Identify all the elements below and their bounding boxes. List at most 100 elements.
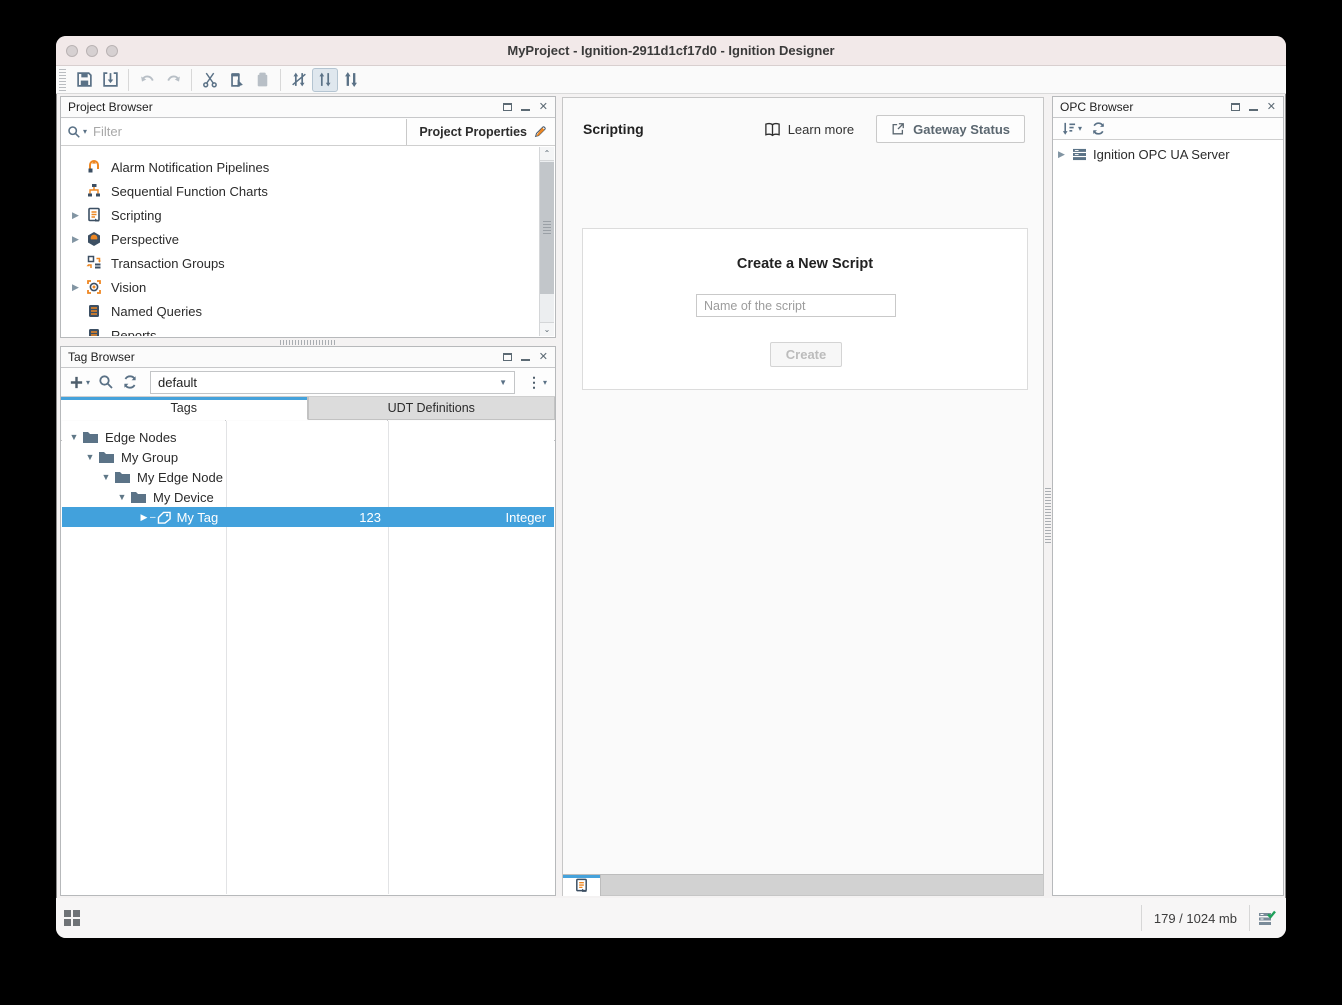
tab-tags[interactable]: Tags (61, 397, 308, 420)
refresh-icon (1091, 121, 1106, 136)
expand-arrow-icon[interactable]: ▶ (1058, 149, 1072, 160)
tag-provider-select[interactable]: default ▼ (150, 371, 515, 394)
named-queries-icon (86, 303, 102, 319)
zoom-window-button[interactable] (106, 45, 118, 57)
project-item-vision[interactable]: ▶ Vision (62, 275, 539, 299)
minimize-panel-icon[interactable] (1249, 103, 1258, 111)
opc-server-item[interactable]: ▶ Ignition OPC UA Server (1053, 145, 1283, 164)
project-item-alarm-pipelines[interactable]: Alarm Notification Pipelines (62, 155, 539, 179)
cut-button[interactable] (197, 68, 223, 92)
project-item-scripting[interactable]: ▶ Scripting (62, 203, 539, 227)
project-filter-input[interactable] (93, 124, 400, 139)
tag-label: Edge Nodes (105, 430, 177, 445)
project-browser-title: Project Browser (68, 100, 503, 114)
tag-row-my-edge-node[interactable]: ▼ My Edge Node (62, 467, 554, 487)
tree-item-label: Reports (111, 328, 157, 337)
comm-off-button[interactable] (286, 68, 312, 92)
scripting-header: Scripting Learn more Gateway Status (563, 98, 1043, 160)
left-panels-splitter[interactable] (60, 338, 556, 346)
learn-more-link[interactable]: Learn more (764, 122, 854, 137)
traffic-lights (66, 45, 118, 57)
filter-box[interactable]: ▾ (61, 119, 407, 145)
create-button[interactable]: Create (770, 342, 842, 367)
close-panel-icon[interactable]: ✕ (1267, 102, 1276, 113)
right-panel-splitter[interactable] (1045, 96, 1051, 896)
comm-read-write-button[interactable] (338, 68, 364, 92)
close-window-button[interactable] (66, 45, 78, 57)
minimize-panel-icon[interactable] (521, 353, 530, 361)
save-all-button[interactable] (97, 68, 123, 92)
undo-button[interactable] (134, 68, 160, 92)
scripting-workspace-tab[interactable] (563, 875, 601, 896)
learn-more-label: Learn more (788, 122, 854, 137)
tag-row-edge-nodes[interactable]: ▼ Edge Nodes (62, 427, 554, 447)
workspace-bottom-tabs (563, 874, 1043, 895)
copy-button[interactable] (223, 68, 249, 92)
splitter-grip (1045, 488, 1051, 544)
refresh-opc-button[interactable] (1089, 119, 1108, 138)
toolbar-drag-handle[interactable] (59, 69, 66, 91)
close-panel-icon[interactable]: ✕ (539, 102, 548, 113)
tag-toolbar: ▾ default ▼ ⋮ ▾ (61, 368, 555, 397)
expand-arrow-icon[interactable]: ▶ (72, 210, 86, 221)
comm-off-icon (290, 71, 308, 88)
project-item-perspective[interactable]: ▶ Perspective (62, 227, 539, 251)
float-panel-icon[interactable] (503, 353, 512, 361)
float-panel-icon[interactable] (1231, 103, 1240, 111)
collapse-arrow-icon[interactable]: ▼ (84, 452, 96, 462)
tab-udt-definitions[interactable]: UDT Definitions (308, 397, 556, 420)
collapse-arrow-icon[interactable]: ▼ (116, 492, 128, 502)
search-tags-button[interactable] (96, 372, 116, 392)
gateway-status-button[interactable]: Gateway Status (876, 115, 1025, 143)
minimize-panel-icon[interactable] (521, 103, 530, 111)
project-item-reports[interactable]: Reports (62, 323, 539, 336)
filter-options-caret-icon[interactable]: ▾ (83, 127, 87, 136)
gateway-connected-icon[interactable] (1250, 910, 1282, 926)
refresh-tags-button[interactable] (120, 372, 140, 392)
tag-row-my-group[interactable]: ▼ My Group (62, 447, 554, 467)
cut-icon (202, 71, 219, 88)
script-name-input[interactable] (696, 294, 896, 317)
scroll-down-icon[interactable]: ⌄ (540, 322, 554, 336)
add-tag-caret-icon: ▾ (86, 378, 90, 387)
collapse-arrow-icon[interactable]: ▼ (68, 432, 80, 442)
minimize-window-button[interactable] (86, 45, 98, 57)
comm-read-button[interactable] (312, 68, 338, 92)
expand-arrow-icon[interactable]: ▶ (138, 512, 150, 523)
tag-row-my-device[interactable]: ▼ My Device (62, 487, 554, 507)
tag-options-button[interactable]: ⋮ ▾ (525, 372, 549, 393)
memory-usage: 179 / 1024 mb (1142, 911, 1249, 926)
project-properties-button[interactable]: Project Properties (407, 125, 555, 139)
tree-item-label: Perspective (111, 232, 179, 247)
window-title: MyProject - Ignition-2911d1cf17d0 - Igni… (507, 43, 834, 58)
grid-launcher-icon[interactable] (64, 910, 80, 926)
scroll-up-icon[interactable]: ⌃ (540, 147, 554, 161)
scripting-icon (86, 207, 102, 223)
project-tree-scrollbar[interactable]: ⌃ ⌄ (539, 147, 554, 336)
folder-icon (130, 491, 147, 504)
redo-button[interactable] (160, 68, 186, 92)
project-item-named-queries[interactable]: Named Queries (62, 299, 539, 323)
folder-icon (98, 451, 115, 464)
save-button[interactable] (71, 68, 97, 92)
tag-icon (157, 511, 172, 524)
project-browser-header: Project Browser ✕ (61, 97, 555, 118)
tag-row-my-tag[interactable]: ▶ – My Tag 123 Integer (62, 507, 554, 527)
scrollbar-thumb[interactable] (540, 162, 554, 294)
collapse-arrow-icon[interactable]: ▼ (100, 472, 112, 482)
edit-pencil-icon (533, 125, 547, 139)
book-icon (764, 122, 781, 137)
expand-arrow-icon[interactable]: ▶ (72, 234, 86, 245)
tag-tabs: Tags UDT Definitions (61, 397, 555, 420)
paste-button[interactable] (249, 68, 275, 92)
add-tag-button[interactable]: ▾ (67, 373, 92, 392)
tag-browser-title: Tag Browser (68, 350, 503, 364)
opc-server-icon (1072, 148, 1087, 161)
close-panel-icon[interactable]: ✕ (539, 352, 548, 363)
float-panel-icon[interactable] (503, 103, 512, 111)
expand-arrow-icon[interactable]: ▶ (72, 282, 86, 293)
project-item-sfc[interactable]: Sequential Function Charts (62, 179, 539, 203)
search-icon (98, 374, 114, 390)
project-item-transaction-groups[interactable]: Transaction Groups (62, 251, 539, 275)
sort-button[interactable]: ▾ (1059, 119, 1084, 138)
